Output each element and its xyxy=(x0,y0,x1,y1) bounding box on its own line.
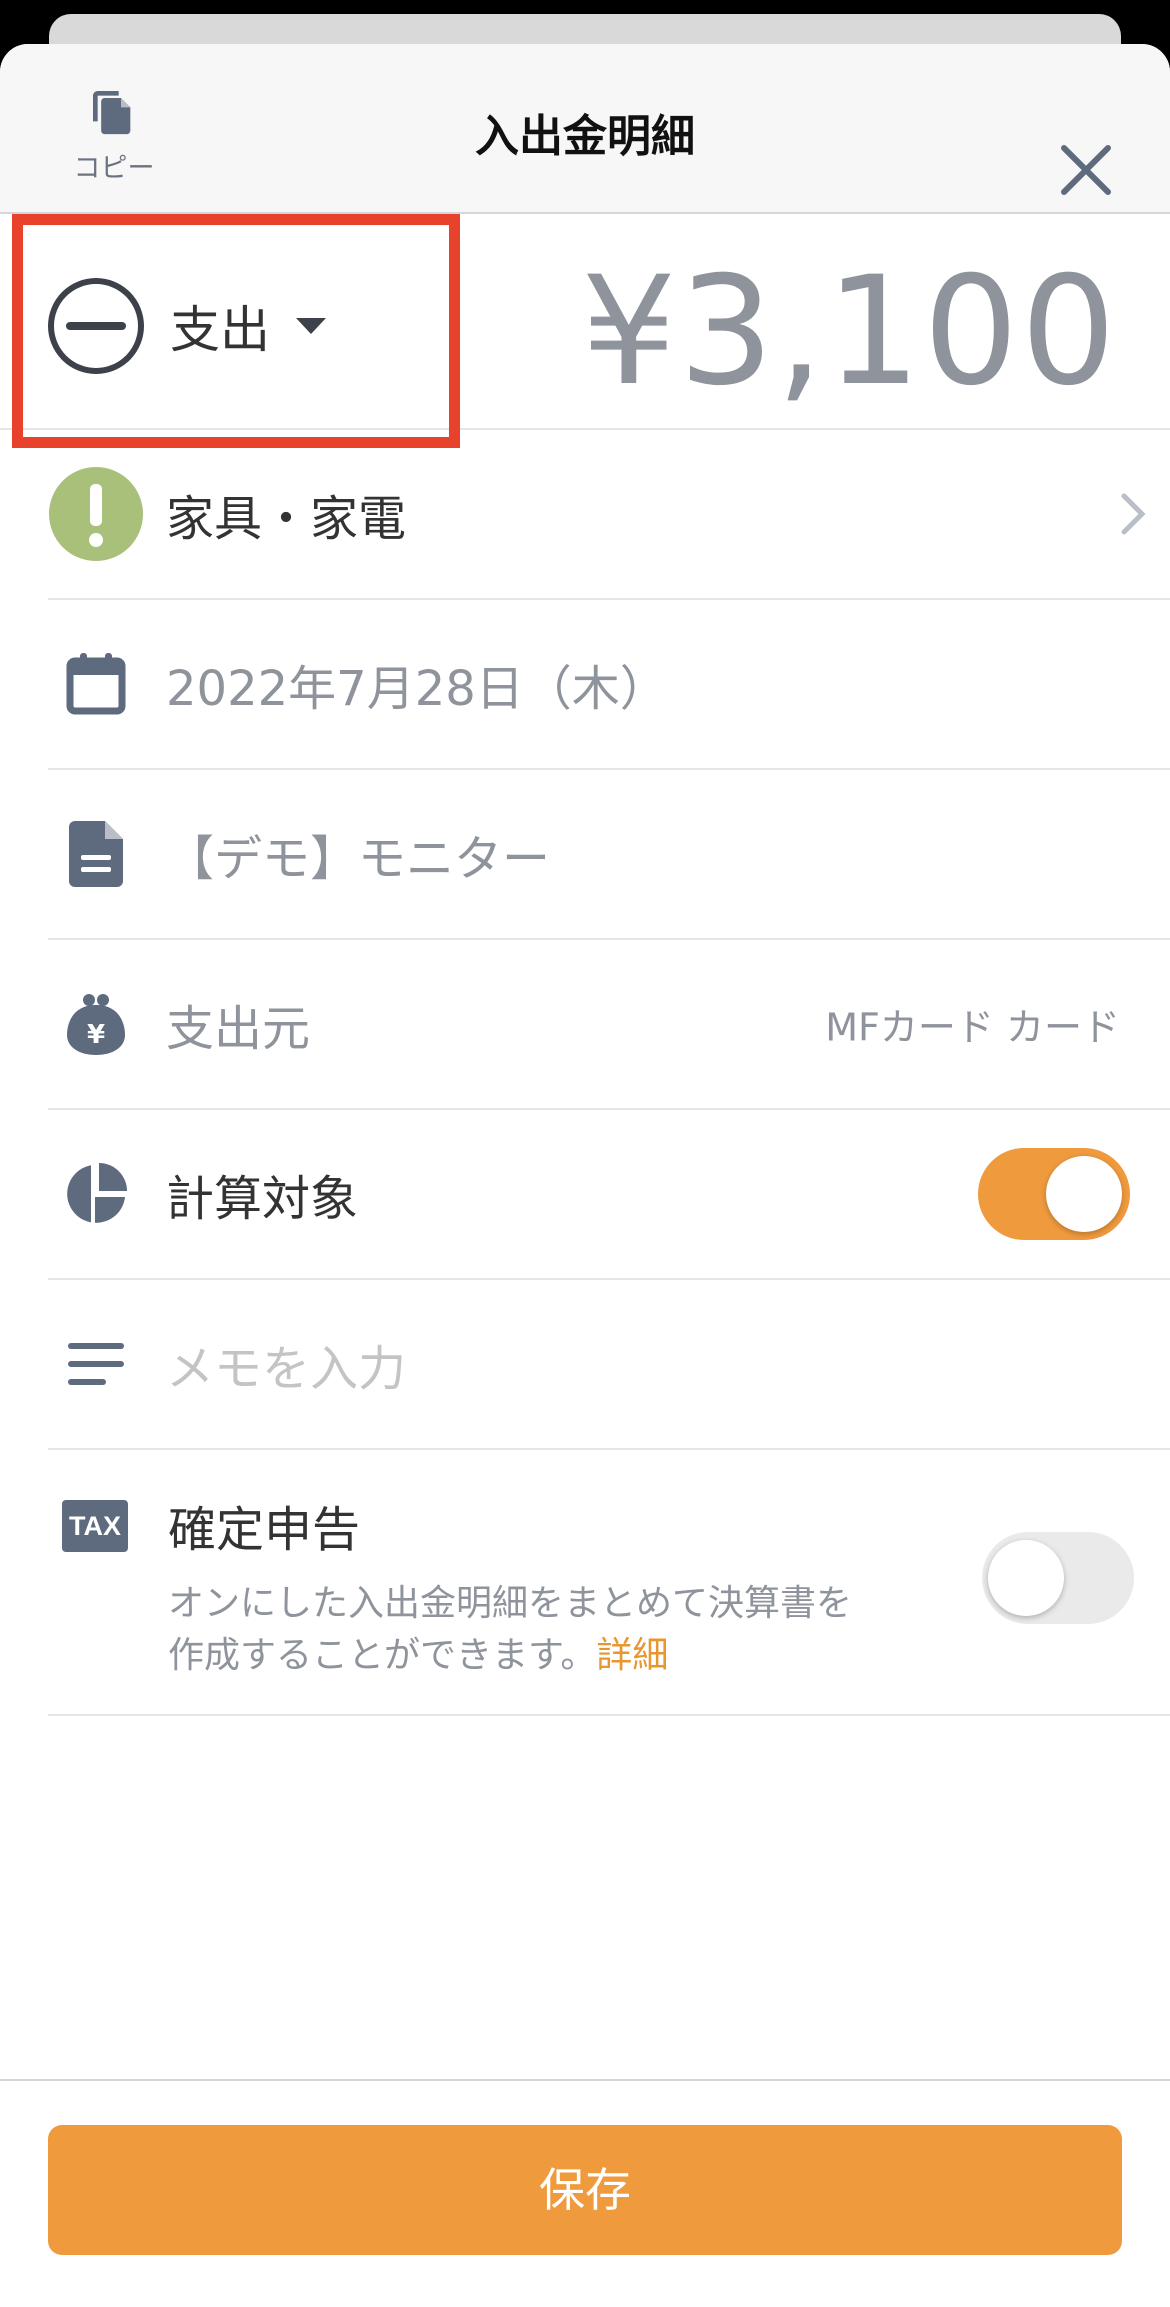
exclamation-circle-icon xyxy=(48,466,144,562)
page-title: 入出金明細 xyxy=(475,111,695,162)
tax-title: 確定申告 xyxy=(168,1502,361,1558)
memo-input[interactable]: メモを入力 xyxy=(166,1329,406,1399)
content-label: 【デモ】モニター xyxy=(166,831,551,887)
transaction-detail-sheet: コピー 入出金明細 支出 ¥3,100 家具・家電 2022年7月28日（木） … xyxy=(0,44,1170,2307)
svg-text:¥: ¥ xyxy=(87,1020,105,1050)
toggle-knob xyxy=(988,1540,1064,1616)
footer: 保存 xyxy=(0,2079,1170,2307)
content-row[interactable]: 【デモ】モニター xyxy=(48,770,1170,940)
category-row[interactable]: 家具・家電 xyxy=(48,430,1170,600)
date-row[interactable]: 2022年7月28日（木） xyxy=(48,600,1170,770)
highlight-box xyxy=(12,214,460,448)
date-label: 2022年7月28日（木） xyxy=(166,661,668,717)
save-button[interactable]: 保存 xyxy=(48,2125,1122,2255)
sheet-header: コピー 入出金明細 xyxy=(0,44,1170,214)
tax-desc-line1: オンにした入出金明細をまとめて決算書を xyxy=(168,1583,853,1624)
memo-row[interactable]: メモを入力 xyxy=(48,1280,1170,1450)
source-label: 支出元 xyxy=(166,1001,311,1057)
tax-description: オンにした入出金明細をまとめて決算書を 作成することができます。詳細 xyxy=(168,1578,958,1682)
tax-badge-icon: TAX xyxy=(62,1500,128,1552)
tax-detail-link[interactable]: 詳細 xyxy=(596,1635,668,1676)
calc-target-label: 計算対象 xyxy=(166,1171,359,1227)
pie-chart-icon xyxy=(48,1163,144,1225)
chevron-right-icon xyxy=(1121,493,1146,535)
calc-target-toggle[interactable] xyxy=(978,1148,1130,1240)
menu-lines-icon xyxy=(48,1343,144,1385)
calendar-icon xyxy=(48,653,144,715)
wallet-yen-icon: ¥ xyxy=(48,993,144,1055)
close-icon[interactable] xyxy=(1058,142,1114,198)
document-icon xyxy=(48,821,144,887)
amount-value[interactable]: ¥3,100 xyxy=(581,250,1118,415)
category-label: 家具・家電 xyxy=(166,491,407,547)
toggle-knob xyxy=(1046,1156,1122,1232)
source-row[interactable]: ¥ 支出元 MFカード カード xyxy=(48,940,1170,1110)
tax-desc-line2: 作成することができます。 xyxy=(168,1635,597,1676)
source-value: MFカード カード xyxy=(825,1005,1120,1050)
tax-toggle[interactable] xyxy=(982,1532,1134,1624)
calc-target-row: 計算対象 xyxy=(48,1110,1170,1280)
tax-row: TAX 確定申告 オンにした入出金明細をまとめて決算書を 作成することができます… xyxy=(48,1444,1170,1716)
